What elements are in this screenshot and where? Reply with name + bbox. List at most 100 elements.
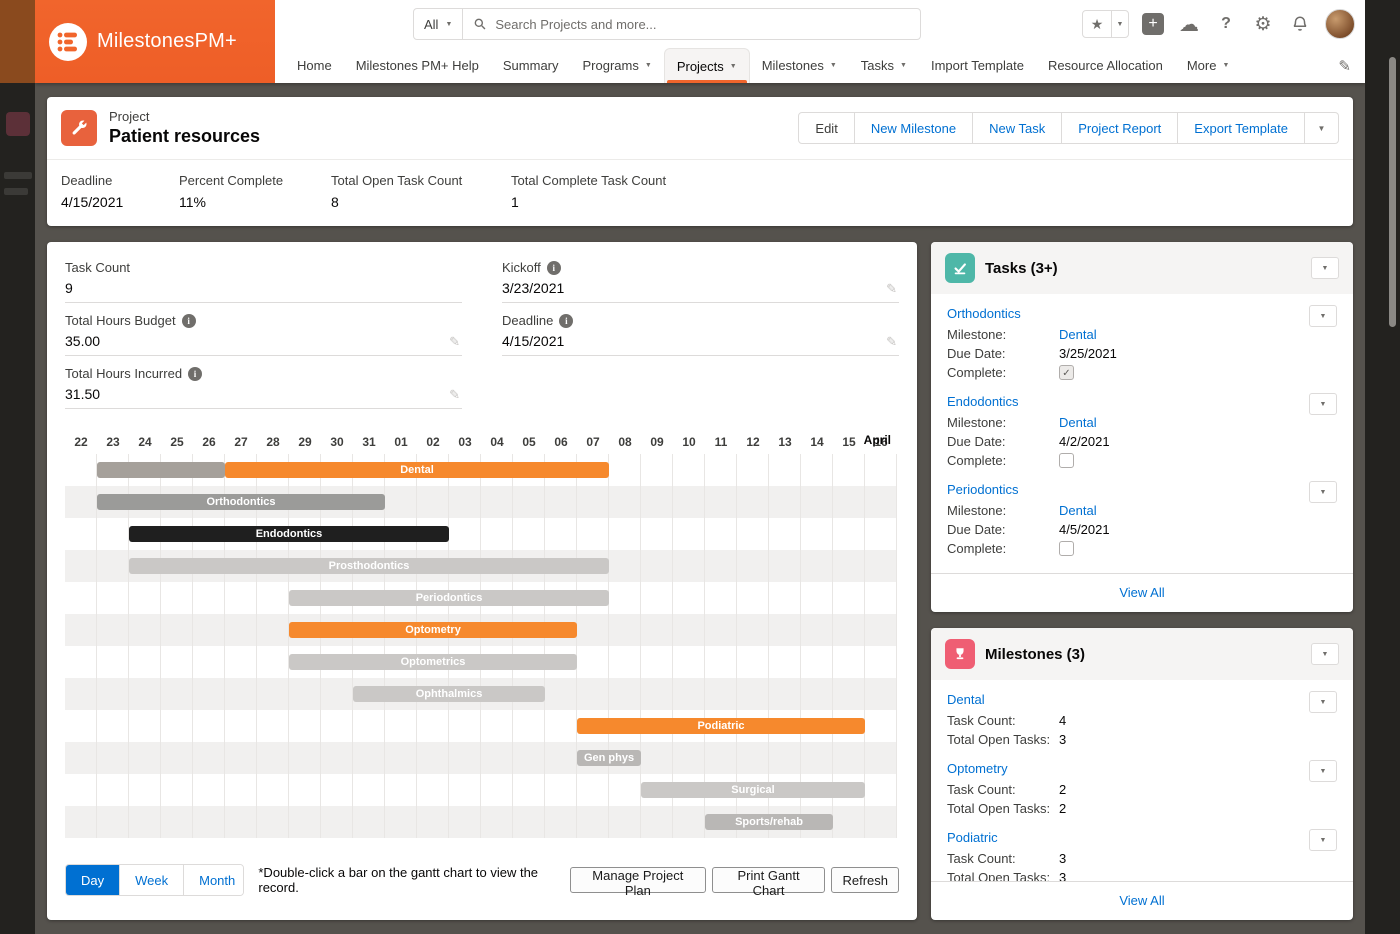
- project-report-button[interactable]: Project Report: [1062, 112, 1178, 144]
- milestone-link[interactable]: Podiatric: [947, 830, 998, 845]
- gantt-bar-periodontics[interactable]: Periodontics: [289, 590, 609, 606]
- search-scope-dropdown[interactable]: All ▼: [414, 9, 463, 39]
- nav-tab-milestones[interactable]: Milestones▼: [750, 48, 849, 83]
- field-label: Task Count:: [947, 782, 1059, 797]
- edit-pencil-icon[interactable]: ✎: [886, 334, 897, 350]
- global-create-icon[interactable]: +: [1142, 13, 1164, 35]
- week-view-button[interactable]: Week: [120, 865, 184, 895]
- refresh-button[interactable]: Refresh: [831, 867, 899, 893]
- dimmed-background-header: [0, 0, 35, 83]
- user-avatar[interactable]: [1325, 9, 1355, 39]
- milestone-row-menu-button[interactable]: ▼: [1309, 760, 1337, 782]
- nav-tab-projects[interactable]: Projects▼: [664, 48, 750, 83]
- gantt-bar-optometry[interactable]: Optometry: [289, 622, 577, 638]
- gantt-bar-gen-phys[interactable]: Gen phys: [577, 750, 641, 766]
- record-action-buttons: EditNew MilestoneNew TaskProject ReportE…: [798, 112, 1339, 144]
- nav-tab-tasks[interactable]: Tasks▼: [849, 48, 919, 83]
- field-label: Total Open Tasks:: [947, 870, 1059, 881]
- edit-page-pencil-icon[interactable]: ✎: [1338, 57, 1351, 75]
- cloud-guidance-icon[interactable]: ☁: [1177, 12, 1201, 36]
- nav-tab-resource-allocation[interactable]: Resource Allocation: [1036, 48, 1175, 83]
- milestone-link[interactable]: Dental: [1059, 503, 1097, 518]
- gantt-row-dental: Dental: [65, 454, 897, 486]
- edit-button[interactable]: Edit: [798, 112, 854, 144]
- gantt-bar-orthodontics[interactable]: Orthodontics: [97, 494, 385, 510]
- milestone-link[interactable]: Optometry: [947, 761, 1008, 776]
- day-view-button[interactable]: Day: [66, 865, 120, 895]
- tasks-card-menu-button[interactable]: ▼: [1311, 257, 1339, 279]
- gear-icon[interactable]: ⚙: [1251, 12, 1275, 36]
- gantt-bar-dental[interactable]: [97, 462, 225, 478]
- field-value: 31.50: [65, 386, 462, 403]
- milestone-link[interactable]: Dental: [947, 692, 985, 707]
- milestone-row-menu-button[interactable]: ▼: [1309, 691, 1337, 713]
- gantt-bar-podiatric[interactable]: Podiatric: [577, 718, 865, 734]
- month-view-button[interactable]: Month: [184, 865, 244, 895]
- complete-checkbox[interactable]: ✓: [1059, 365, 1074, 380]
- more-actions-button[interactable]: ▼: [1305, 112, 1339, 144]
- nav-tab-import-template[interactable]: Import Template: [919, 48, 1036, 83]
- nav-tab-summary[interactable]: Summary: [491, 48, 571, 83]
- field-label: Task Count:: [947, 851, 1059, 866]
- gantt-bar-prosthodontics[interactable]: Prosthodontics: [129, 558, 609, 574]
- page-scrollbar[interactable]: [1389, 57, 1396, 327]
- milestone-link[interactable]: Dental: [1059, 327, 1097, 342]
- global-header: MilestonesPM+ All ▼ ★ ▼ + ☁ ? ⚙: [35, 0, 1365, 48]
- new-milestone-button[interactable]: New Milestone: [855, 112, 973, 144]
- milestones-card-menu-button[interactable]: ▼: [1311, 643, 1339, 665]
- tasks-view-all-link[interactable]: View All: [1119, 585, 1164, 600]
- edit-pencil-icon[interactable]: ✎: [449, 387, 460, 403]
- export-template-button[interactable]: Export Template: [1178, 112, 1305, 144]
- task-row-menu-button[interactable]: ▼: [1309, 305, 1337, 327]
- project-detail-gantt-card: Task Count9Kickoffi3/23/2021✎Total Hours…: [47, 242, 917, 920]
- due-date-value: 4/5/2021: [1059, 522, 1110, 537]
- bell-icon[interactable]: [1288, 12, 1312, 36]
- task-link[interactable]: Orthodontics: [947, 306, 1021, 321]
- gantt-row-optometry: Optometry: [65, 614, 897, 646]
- gantt-bar-optometrics[interactable]: Optometrics: [289, 654, 577, 670]
- field-label: Task Count: [65, 260, 130, 275]
- print-gantt-chart-button[interactable]: Print Gantt Chart: [712, 867, 826, 893]
- gantt-day-07: 07: [577, 435, 609, 449]
- gantt-bar-ophthalmics[interactable]: Ophthalmics: [353, 686, 545, 702]
- gantt-row-prosthodontics: Prosthodontics: [65, 550, 897, 582]
- search-input[interactable]: [487, 17, 920, 32]
- field-label: Total Open Tasks:: [947, 732, 1059, 747]
- info-icon: i: [182, 314, 196, 328]
- gantt-bar-surgical[interactable]: Surgical: [641, 782, 865, 798]
- milestone-item-optometry: Optometry▼Task Count:2Total Open Tasks:2: [947, 753, 1337, 822]
- task-row-menu-button[interactable]: ▼: [1309, 481, 1337, 503]
- due-date-value: 4/2/2021: [1059, 434, 1110, 449]
- milestones-view-all-link[interactable]: View All: [1119, 893, 1164, 908]
- gantt-footer: DayWeekMonth *Double-click a bar on the …: [65, 864, 899, 896]
- gantt-bar-endodontics[interactable]: Endodontics: [129, 526, 449, 542]
- new-task-button[interactable]: New Task: [973, 112, 1062, 144]
- gantt-day-25: 25: [161, 435, 193, 449]
- field-value: 9: [65, 280, 462, 297]
- task-link[interactable]: Periodontics: [947, 482, 1019, 497]
- nav-tab-milestones-pm-help[interactable]: Milestones PM+ Help: [344, 48, 491, 83]
- milestone-item-podiatric: Podiatric▼Task Count:3Total Open Tasks:3: [947, 822, 1337, 881]
- nav-tab-home[interactable]: Home: [285, 48, 344, 83]
- task-row-menu-button[interactable]: ▼: [1309, 393, 1337, 415]
- edit-pencil-icon[interactable]: ✎: [886, 281, 897, 297]
- edit-pencil-icon[interactable]: ✎: [449, 334, 460, 350]
- gantt-day-13: 13: [769, 435, 801, 449]
- manage-project-plan-button[interactable]: Manage Project Plan: [570, 867, 706, 893]
- milestone-item-dental: Dental▼Task Count:4Total Open Tasks:3: [947, 684, 1337, 753]
- favorites-button[interactable]: ★ ▼: [1082, 10, 1129, 38]
- nav-tab-programs[interactable]: Programs▼: [571, 48, 664, 83]
- gantt-bar-dental[interactable]: Dental: [225, 462, 609, 478]
- task-link[interactable]: Endodontics: [947, 394, 1019, 409]
- gantt-bar-sports-rehab[interactable]: Sports/rehab: [705, 814, 833, 830]
- field-label: Deadline: [502, 313, 553, 328]
- complete-checkbox[interactable]: [1059, 541, 1074, 556]
- milestone-row-menu-button[interactable]: ▼: [1309, 829, 1337, 851]
- gantt-day-08: 08: [609, 435, 641, 449]
- nav-tab-more[interactable]: More▼: [1175, 48, 1242, 83]
- help-icon[interactable]: ?: [1214, 12, 1238, 36]
- field-label: Complete:: [947, 541, 1059, 556]
- milestone-link[interactable]: Dental: [1059, 415, 1097, 430]
- complete-checkbox[interactable]: [1059, 453, 1074, 468]
- dimmed-background-text: [4, 172, 32, 179]
